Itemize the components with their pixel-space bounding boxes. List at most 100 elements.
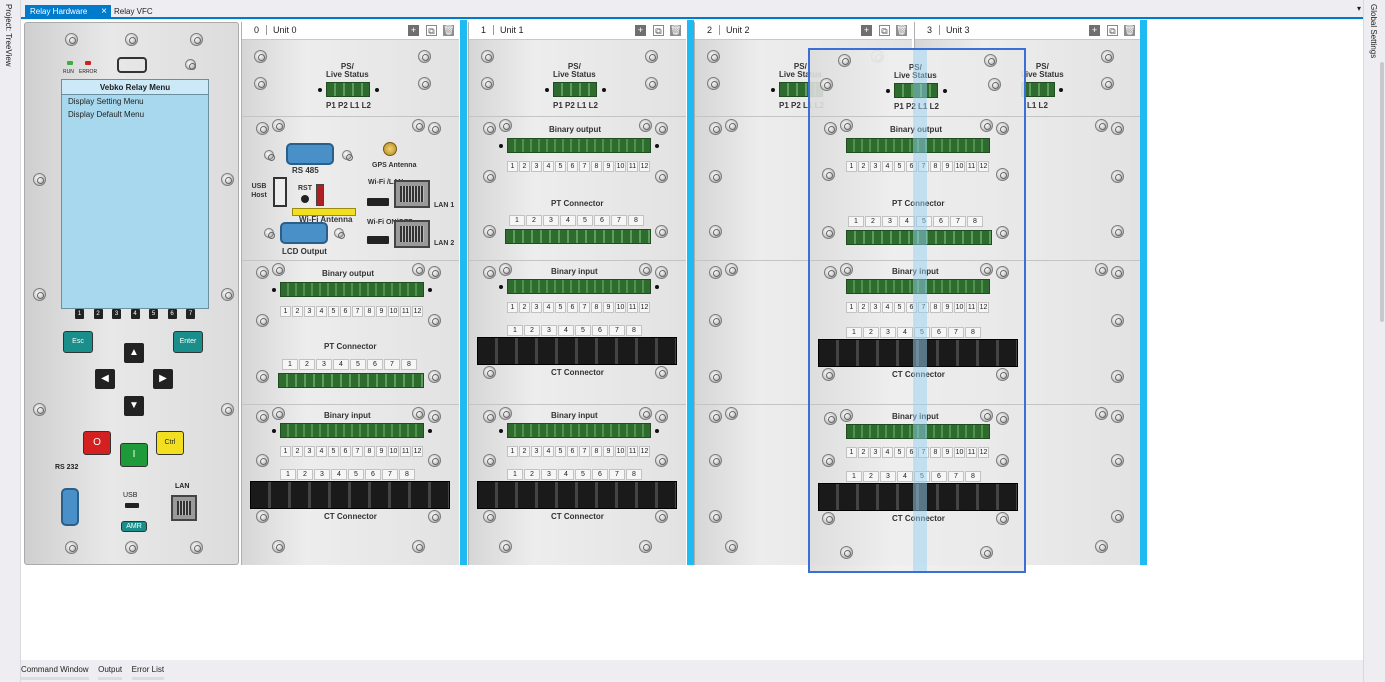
project-treeview-label[interactable]: Project: TreeView (4, 4, 13, 67)
arrow-down-icon[interactable]: ▼ (124, 396, 144, 416)
unit-index: 1 (481, 25, 487, 35)
function-key-7[interactable]: 7 (186, 309, 195, 319)
arrow-right-icon[interactable]: ▶ (153, 369, 173, 389)
screw-icon (483, 410, 496, 423)
screw-icon (1111, 170, 1124, 183)
pt-connector-label: PT Connector (551, 199, 604, 208)
tab-output[interactable]: Output (98, 665, 123, 680)
add-module-icon[interactable]: + (1089, 25, 1100, 36)
add-module-icon[interactable]: + (861, 25, 872, 36)
fingerprint-icon (185, 59, 196, 70)
run-led-icon (67, 61, 73, 65)
binary-output-terminal[interactable] (507, 138, 651, 153)
screw-icon (984, 54, 997, 67)
wifi-onoff-switch[interactable] (367, 236, 389, 244)
pt-terminal[interactable] (505, 229, 651, 244)
chevron-down-icon[interactable]: ▾ (1357, 4, 1361, 13)
ct-terminal-block[interactable] (477, 481, 677, 509)
copy-icon[interactable]: ⧉ (1107, 25, 1118, 36)
function-key-4[interactable]: 4 (130, 309, 140, 319)
add-module-icon[interactable]: + (635, 25, 646, 36)
binary-input-terminal[interactable] (507, 423, 651, 438)
screw-icon (483, 366, 496, 379)
copy-icon[interactable]: ⧉ (653, 25, 664, 36)
dragged-module-preview[interactable]: PS/Live Status P1 P2 L1 L2 Binary output… (808, 48, 1026, 573)
arrow-up-icon[interactable]: ▲ (124, 343, 144, 363)
screw-icon (1111, 410, 1124, 423)
hardware-canvas[interactable]: RUN ERROR Vebko Relay Menu Display Setti… (21, 20, 1363, 660)
function-key-3[interactable]: 3 (112, 309, 121, 319)
screw-icon (1111, 225, 1124, 238)
arrow-left-icon[interactable]: ◀ (95, 369, 115, 389)
delete-icon[interactable]: 🗑 (1124, 25, 1135, 36)
screw-icon (272, 263, 285, 276)
usb-host-label: USB Host (251, 183, 267, 199)
screw-icon (221, 288, 234, 301)
screw-icon (256, 314, 269, 327)
binary-output-terminal[interactable] (280, 282, 424, 297)
unit-name[interactable]: Unit 2 (719, 25, 750, 35)
reset-button[interactable] (301, 195, 309, 203)
binary-input-terminal[interactable] (280, 423, 424, 438)
add-module-icon[interactable]: + (408, 25, 419, 36)
close-icon[interactable]: × (101, 5, 107, 19)
function-key-6[interactable]: 6 (167, 309, 177, 319)
ctrl-button[interactable]: Ctrl (156, 431, 184, 455)
menu-item-display-default[interactable]: Display Default Menu (62, 108, 208, 121)
lan1-port-icon (394, 180, 430, 208)
screw-icon (1111, 266, 1124, 279)
screw-icon (996, 122, 1009, 135)
project-treeview-sidebar[interactable]: Project: TreeView (0, 0, 21, 682)
vertical-scrollbar[interactable] (1380, 62, 1384, 322)
bottom-panel-tabs: Command Window Output Error List (21, 664, 171, 680)
pt-terminal[interactable] (278, 373, 424, 388)
tab-error-list[interactable]: Error List (131, 665, 165, 680)
start-button[interactable]: I (120, 443, 148, 467)
esc-button[interactable]: Esc (63, 331, 93, 353)
screw-icon (709, 225, 722, 238)
ps-terminal[interactable] (1021, 82, 1055, 97)
menu-item-display-setting[interactable]: Display Setting Menu (62, 95, 208, 108)
rs485-port-icon (286, 143, 334, 165)
ct-terminal-block[interactable] (477, 337, 677, 365)
slot-divider (469, 404, 686, 405)
slot-divider (242, 116, 459, 117)
wifi-lan-switch[interactable] (367, 198, 389, 206)
ct-terminal-block[interactable] (250, 481, 450, 509)
ps-terminal[interactable] (553, 82, 597, 97)
screw-icon (655, 170, 668, 183)
binary-output-pin-numbers: 123456789101112 (280, 306, 424, 317)
function-key-5[interactable]: 5 (149, 309, 158, 319)
tab-relay-hardware[interactable]: Relay Hardware × (25, 5, 111, 19)
global-settings-sidebar[interactable]: Global Settings (1363, 0, 1385, 682)
unit-name[interactable]: Unit 1 (493, 25, 524, 35)
function-key-2[interactable]: 2 (93, 309, 103, 319)
rst-switch-icon[interactable] (316, 184, 324, 206)
tab-command-window[interactable]: Command Window (21, 665, 89, 680)
unit-name[interactable]: Unit 0 (266, 25, 297, 35)
screw-icon (412, 263, 425, 276)
screw-icon (709, 170, 722, 183)
copy-icon[interactable]: ⧉ (879, 25, 890, 36)
global-settings-label[interactable]: Global Settings (1369, 4, 1378, 58)
unit-1-card[interactable]: 1 Unit 1 + ⧉ 🗑 PS/Live Status P1 P2 L1 L… (468, 22, 686, 565)
delete-icon[interactable]: 🗑 (670, 25, 681, 36)
unit-name[interactable]: Unit 3 (939, 25, 970, 35)
amr-button[interactable]: AMR (121, 521, 147, 532)
stop-button[interactable]: O (83, 431, 111, 455)
tab-relay-vfc[interactable]: Relay VFC (109, 5, 158, 19)
delete-icon[interactable]: 🗑 (443, 25, 454, 36)
unit-0-card[interactable]: 0 Unit 0 + ⧉ 🗑 PS/Live Status P1 P2 L1 L… (241, 22, 459, 565)
ps-terminal[interactable] (326, 82, 370, 97)
binary-input-terminal[interactable] (507, 279, 651, 294)
screw-icon (428, 510, 441, 523)
screw-icon (980, 263, 993, 276)
function-keys: 1 2 3 4 5 6 7 (75, 309, 195, 319)
enter-button[interactable]: Enter (173, 331, 203, 353)
delete-icon[interactable]: 🗑 (896, 25, 907, 36)
copy-icon[interactable]: ⧉ (426, 25, 437, 36)
terminal-dot (499, 285, 503, 289)
screw-icon (483, 454, 496, 467)
screw-icon (499, 263, 512, 276)
function-key-1[interactable]: 1 (75, 309, 84, 319)
